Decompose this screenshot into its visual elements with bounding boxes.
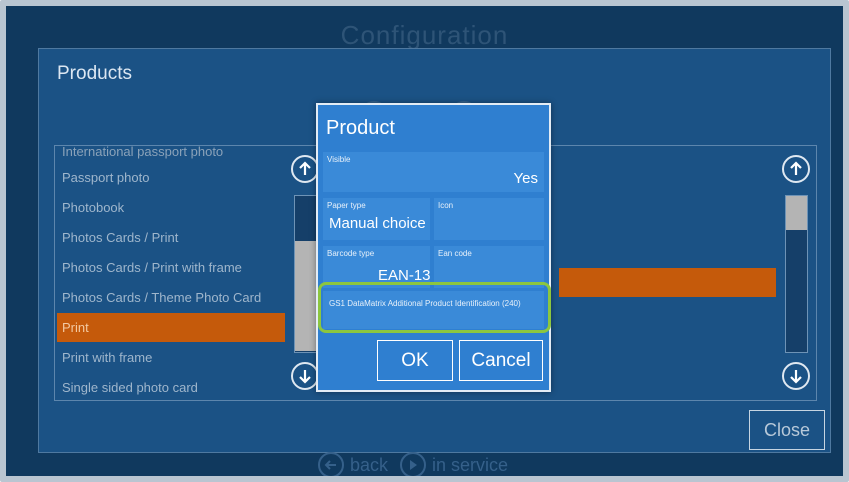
scrollbar-thumb-right[interactable] [786,196,807,230]
paper-type-field[interactable]: Paper type Manual choice [323,198,430,240]
visible-label: Visible [327,155,351,164]
selected-row-right[interactable] [559,268,776,297]
scrollbar-thumb-left[interactable] [295,241,316,351]
list-item[interactable]: International passport photo [57,145,285,159]
back-button[interactable] [318,452,344,476]
scroll-up-button-left[interactable] [291,155,319,183]
ok-button[interactable]: OK [377,340,453,381]
back-label[interactable]: back [350,455,388,476]
close-button[interactable]: Close [749,410,825,450]
scrollbar-right[interactable] [785,195,808,353]
list-item[interactable]: Passport photo [57,163,285,192]
scroll-down-button-left[interactable] [291,362,319,390]
in-service-button[interactable] [400,452,427,476]
list-item[interactable]: Photos Cards / Print [57,223,285,252]
list-item[interactable]: Print with frame [57,343,285,372]
cancel-button[interactable]: Cancel [459,340,543,381]
scroll-up-button-right[interactable] [782,155,810,183]
icon-field[interactable]: Icon [434,198,544,240]
list-item[interactable]: Photos Cards / Print with frame [57,253,285,282]
highlight-box [318,282,551,333]
paper-type-value: Manual choice [329,215,426,232]
panel-title: Products [57,63,132,84]
visible-value: Yes [513,170,538,187]
scrollbar-left[interactable] [294,195,317,353]
arrow-up-icon [299,161,311,175]
play-icon [410,460,418,470]
back-arrow-icon [324,460,336,470]
in-service-label[interactable]: in service [432,455,508,476]
list-item[interactable]: Photobook [57,193,285,222]
arrow-up-icon [790,161,802,175]
list-item[interactable]: Single sided photo card [57,373,285,402]
scroll-down-button-right[interactable] [782,362,810,390]
barcode-type-label: Barcode type [327,249,375,258]
arrow-down-icon [790,370,802,384]
ean-code-label: Ean code [438,249,472,258]
icon-label: Icon [438,201,454,210]
list-item[interactable]: Photos Cards / Theme Photo Card [57,283,285,312]
page-title: Configuration [340,20,509,50]
paper-type-label: Paper type [327,201,366,210]
visible-field[interactable]: Visible Yes [323,152,544,192]
list-item-selected[interactable]: Print [57,313,285,342]
dialog-title: Product [326,117,395,139]
bottom-navigation: back in service [318,452,508,476]
arrow-down-icon [299,370,311,384]
